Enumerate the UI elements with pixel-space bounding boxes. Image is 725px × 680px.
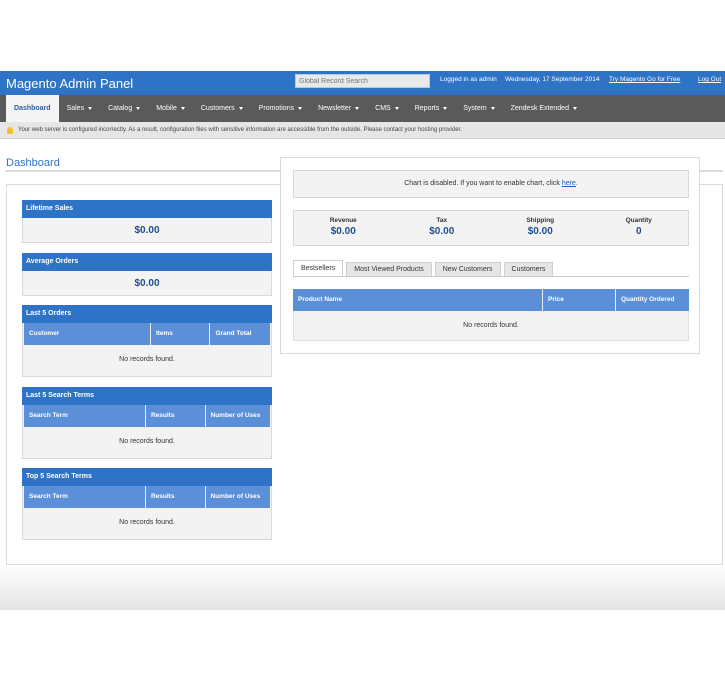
chevron-down-icon: [136, 106, 141, 110]
column-header-grand-total[interactable]: Grand Total: [210, 323, 270, 345]
tab-new-customers[interactable]: New Customers: [434, 262, 501, 276]
last-orders-grid: Customer Items Grand Total No records fo…: [22, 323, 272, 377]
chevron-down-icon: [355, 106, 360, 110]
tab-customers[interactable]: Customers: [503, 262, 554, 276]
date-text: Wednesday, 17 September 2014: [505, 76, 600, 83]
nav-promotions[interactable]: Promotions: [251, 95, 310, 122]
column-header-items[interactable]: Items: [150, 323, 211, 345]
total-quantity: Quantity 0: [625, 217, 652, 237]
top-search-grid: Search Term Results Number of Uses No re…: [22, 486, 272, 540]
lightbulb-icon: [7, 126, 13, 134]
total-shipping: Shipping $0.00: [526, 217, 555, 237]
chevron-down-icon: [298, 106, 303, 110]
nav-cms[interactable]: CMS: [367, 95, 407, 122]
chevron-down-icon: [180, 106, 185, 110]
totals-bar: Revenue $0.00 Tax $0.00 Shipping $0.00 Q…: [293, 210, 689, 246]
nav-newsletter[interactable]: Newsletter: [310, 95, 367, 122]
grid-tabs: Bestsellers Most Viewed Products New Cus…: [293, 260, 689, 277]
nav-reports[interactable]: Reports: [407, 95, 456, 122]
nav-dashboard[interactable]: Dashboard: [6, 95, 59, 122]
average-orders-value: $0.00: [22, 271, 272, 296]
chevron-down-icon: [443, 106, 448, 110]
column-header-quantity-ordered[interactable]: Quantity Ordered: [616, 289, 689, 311]
total-tax: Tax $0.00: [429, 217, 455, 237]
top-search-box: Top 5 Search Terms Search Term Results N…: [22, 468, 272, 540]
column-header-price[interactable]: Price: [543, 289, 616, 311]
chevron-down-icon: [572, 106, 577, 110]
chart-disabled-message: Chart is disabled. If you want to enable…: [293, 170, 689, 198]
column-header-number-of-uses[interactable]: Number of Uses: [205, 486, 270, 508]
bestsellers-grid: Product Name Price Quantity Ordered No r…: [293, 289, 689, 341]
last-search-title: Last 5 Search Terms: [22, 387, 272, 405]
empty-message: No records found.: [119, 438, 175, 445]
global-search-input[interactable]: [295, 74, 430, 88]
page-title: Dashboard: [6, 157, 60, 169]
nav-mobile[interactable]: Mobile: [148, 95, 193, 122]
column-header-results[interactable]: Results: [145, 405, 206, 427]
nav-sales[interactable]: Sales: [59, 95, 101, 122]
lifetime-sales-value: $0.00: [22, 218, 272, 243]
lifetime-sales-box: Lifetime Sales $0.00: [22, 200, 272, 243]
last-search-box: Last 5 Search Terms Search Term Results …: [22, 387, 272, 459]
chevron-down-icon: [238, 106, 243, 110]
nav-customers[interactable]: Customers: [193, 95, 251, 122]
average-orders-box: Average Orders $0.00: [22, 253, 272, 296]
last-orders-box: Last 5 Orders Customer Items Grand Total…: [22, 305, 272, 377]
app-title[interactable]: Magento Admin Panel: [6, 76, 133, 91]
logged-in-text: Logged in as admin: [440, 76, 497, 83]
empty-message: No records found.: [293, 311, 689, 341]
main-nav: Dashboard Sales Catalog Mobile Customers…: [0, 95, 725, 122]
config-warning-text: Your web server is configured incorrectl…: [18, 127, 462, 133]
tab-bestsellers[interactable]: Bestsellers: [293, 260, 344, 276]
column-header-search-term[interactable]: Search Term: [24, 486, 146, 508]
try-magento-link[interactable]: Try Magento Go for Free: [609, 76, 680, 83]
logout-link[interactable]: Log Out: [698, 76, 721, 83]
empty-message: No records found.: [119, 519, 175, 526]
config-warning: Your web server is configured incorrectl…: [0, 122, 725, 139]
empty-message: No records found.: [119, 356, 175, 363]
chevron-down-icon: [490, 106, 495, 110]
nav-catalog[interactable]: Catalog: [100, 95, 148, 122]
column-header-customer[interactable]: Customer: [24, 323, 151, 345]
last-orders-title: Last 5 Orders: [22, 305, 272, 323]
column-header-number-of-uses[interactable]: Number of Uses: [205, 405, 270, 427]
average-orders-title: Average Orders: [22, 253, 272, 271]
footer-fade: [0, 565, 725, 610]
total-revenue: Revenue $0.00: [329, 217, 357, 237]
header: Magento Admin Panel Logged in as admin W…: [0, 71, 725, 95]
column-header-results[interactable]: Results: [145, 486, 206, 508]
chevron-down-icon: [394, 106, 399, 110]
lifetime-sales-title: Lifetime Sales: [22, 200, 272, 218]
dashboard-diagrams-panel: Chart is disabled. If you want to enable…: [280, 157, 700, 354]
chevron-down-icon: [88, 106, 93, 110]
column-header-product-name[interactable]: Product Name: [293, 289, 543, 311]
column-header-search-term[interactable]: Search Term: [24, 405, 146, 427]
nav-zendesk[interactable]: Zendesk Extended: [503, 95, 585, 122]
nav-system[interactable]: System: [455, 95, 502, 122]
top-search-title: Top 5 Search Terms: [22, 468, 272, 486]
admin-frame: Magento Admin Panel Logged in as admin W…: [0, 71, 725, 610]
enable-chart-link[interactable]: here: [562, 180, 576, 187]
tab-most-viewed-products[interactable]: Most Viewed Products: [346, 262, 432, 276]
last-search-grid: Search Term Results Number of Uses No re…: [22, 405, 272, 459]
